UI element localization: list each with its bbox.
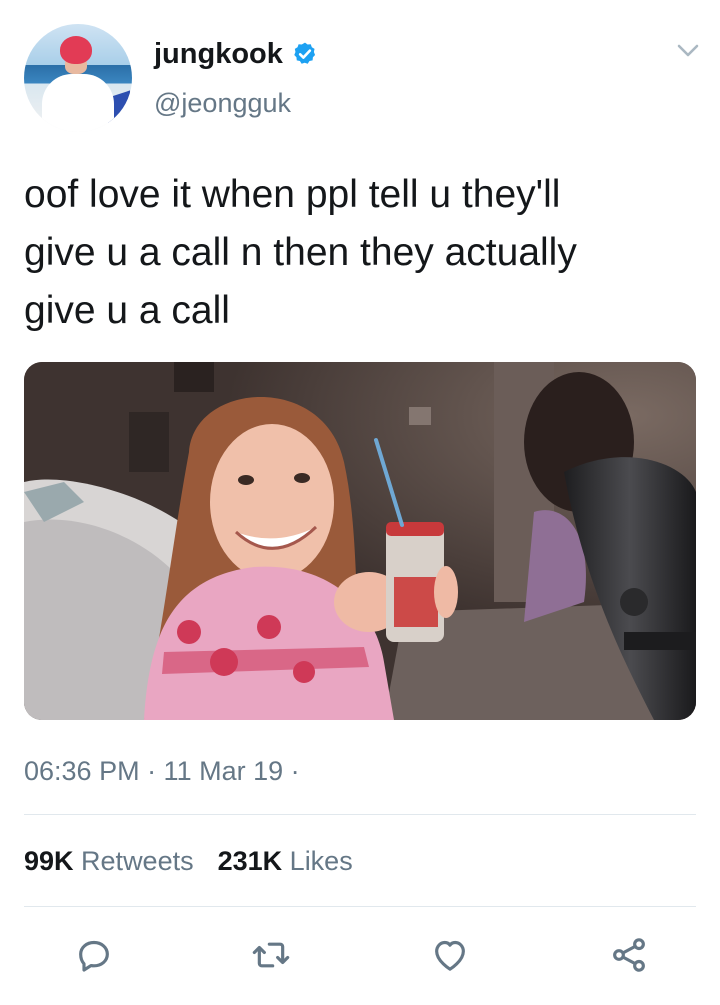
likes-stat[interactable]: 231K Likes	[218, 846, 353, 877]
tweet-text-line: give u a call n then they actually	[24, 231, 577, 274]
verified-badge-icon	[294, 42, 315, 64]
retweets-label: Retweets	[81, 846, 194, 876]
likes-count: 231K	[217, 846, 283, 876]
tweet-timestamp[interactable]: 06:36 PM · 11 Mar 19 ·	[24, 756, 300, 787]
author-name-row[interactable]: jungkook	[154, 37, 318, 71]
retweet-icon	[252, 942, 290, 968]
likes-label: Likes	[289, 846, 353, 876]
retweet-button[interactable]	[249, 933, 293, 977]
tweet-actions-bar	[0, 925, 720, 985]
retweets-count: 99K	[24, 846, 74, 876]
author-handle[interactable]: @jeongguk	[154, 88, 291, 119]
divider	[24, 814, 696, 815]
tweet-header: jungkook @jeongguk	[0, 0, 720, 150]
reply-icon	[79, 940, 109, 972]
tweet-stats: 99K Retweets 231K Likes	[24, 846, 377, 877]
reply-button[interactable]	[72, 933, 116, 977]
divider	[24, 906, 696, 907]
tweet-media-photo[interactable]	[24, 362, 696, 720]
share-button[interactable]	[607, 933, 651, 977]
tweet-text-line: give u a call	[24, 289, 230, 332]
chevron-down-icon[interactable]	[676, 43, 700, 59]
tweet-text: oof love it when ppl tell u they'll give…	[24, 166, 704, 340]
tweet-text-line: oof love it when ppl tell u they'll	[24, 173, 561, 216]
share-icon	[613, 938, 645, 972]
photo-image	[24, 362, 696, 720]
author-name[interactable]: jungkook	[154, 38, 283, 71]
avatar[interactable]	[24, 24, 132, 132]
heart-icon	[435, 940, 465, 971]
retweets-stat[interactable]: 99K Retweets	[24, 846, 194, 877]
like-button[interactable]	[428, 933, 472, 977]
